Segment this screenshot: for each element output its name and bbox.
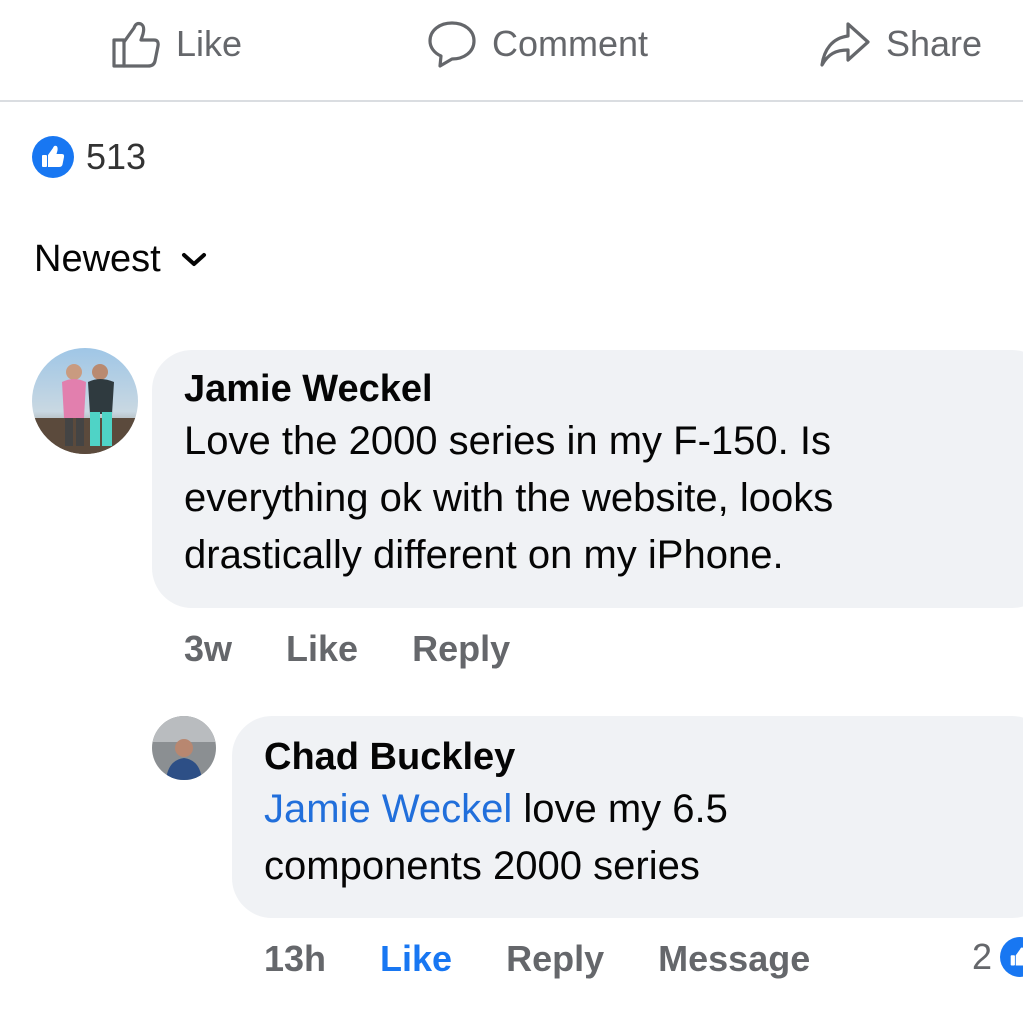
like-button[interactable]: Like [110,18,242,70]
mention-link[interactable]: Jamie Weckel [264,787,512,831]
reply-text-line-1: Jamie Weckel love my 6.5 [264,781,1023,838]
reaction-count: 513 [86,136,147,177]
comment-like-button[interactable]: Like [286,628,358,670]
comment-timestamp[interactable]: 3w [184,628,232,670]
reply-reaction-count[interactable]: 2 [972,936,1023,978]
comment-button[interactable]: Comment [426,18,648,70]
share-label: Share [886,23,983,64]
sort-dropdown[interactable]: Newest [34,238,207,281]
reply-text-segment: love my 6.5 [512,787,728,831]
comment-label: Comment [492,23,649,64]
reply-text-line-2: components 2000 series [264,844,700,888]
reply-message-button[interactable]: Message [658,938,810,980]
avatar-jamie-weckel[interactable] [32,348,138,454]
speech-bubble-icon [428,21,476,68]
comment-text-line: Love the 2000 series in my F-150. Is [184,419,831,463]
comment-bubble[interactable]: Jamie Weckel Love the 2000 series in my … [152,350,1023,608]
comment-actions: 3w Like Reply [184,628,564,670]
comment-author[interactable]: Jamie Weckel [184,368,1023,411]
reply-author[interactable]: Chad Buckley [264,736,1023,779]
comment-text: Love the 2000 series in my F-150. Is eve… [184,413,1023,584]
thumbs-up-icon [32,136,74,178]
avatar-chad-buckley[interactable] [152,716,216,780]
reply-like-button[interactable]: Like [380,938,452,980]
reply-timestamp[interactable]: 13h [264,938,326,980]
reaction-summary[interactable]: 513 [32,136,146,178]
reply-actions: 13h Like Reply Message [264,938,864,980]
share-button[interactable]: Share [818,18,982,70]
chevron-down-icon [181,252,206,266]
divider [0,100,1023,102]
share-arrow-icon [820,22,870,67]
like-label: Like [176,23,243,64]
sort-label: Newest [34,238,161,280]
reply-reaction-number: 2 [972,936,993,977]
thumbs-up-icon [1000,937,1023,977]
reply-text: Jamie Weckel love my 6.5 components 2000… [264,781,1023,895]
reply-bubble[interactable]: Chad Buckley Jamie Weckel love my 6.5 co… [232,716,1023,918]
comment-text-line: drastically different on my iPhone. [184,533,784,577]
thumbs-up-outline-icon [112,21,160,68]
comment-reply-button[interactable]: Reply [412,628,510,670]
comment-text-line: everything ok with the website, looks [184,476,834,520]
reply-reply-button[interactable]: Reply [506,938,604,980]
